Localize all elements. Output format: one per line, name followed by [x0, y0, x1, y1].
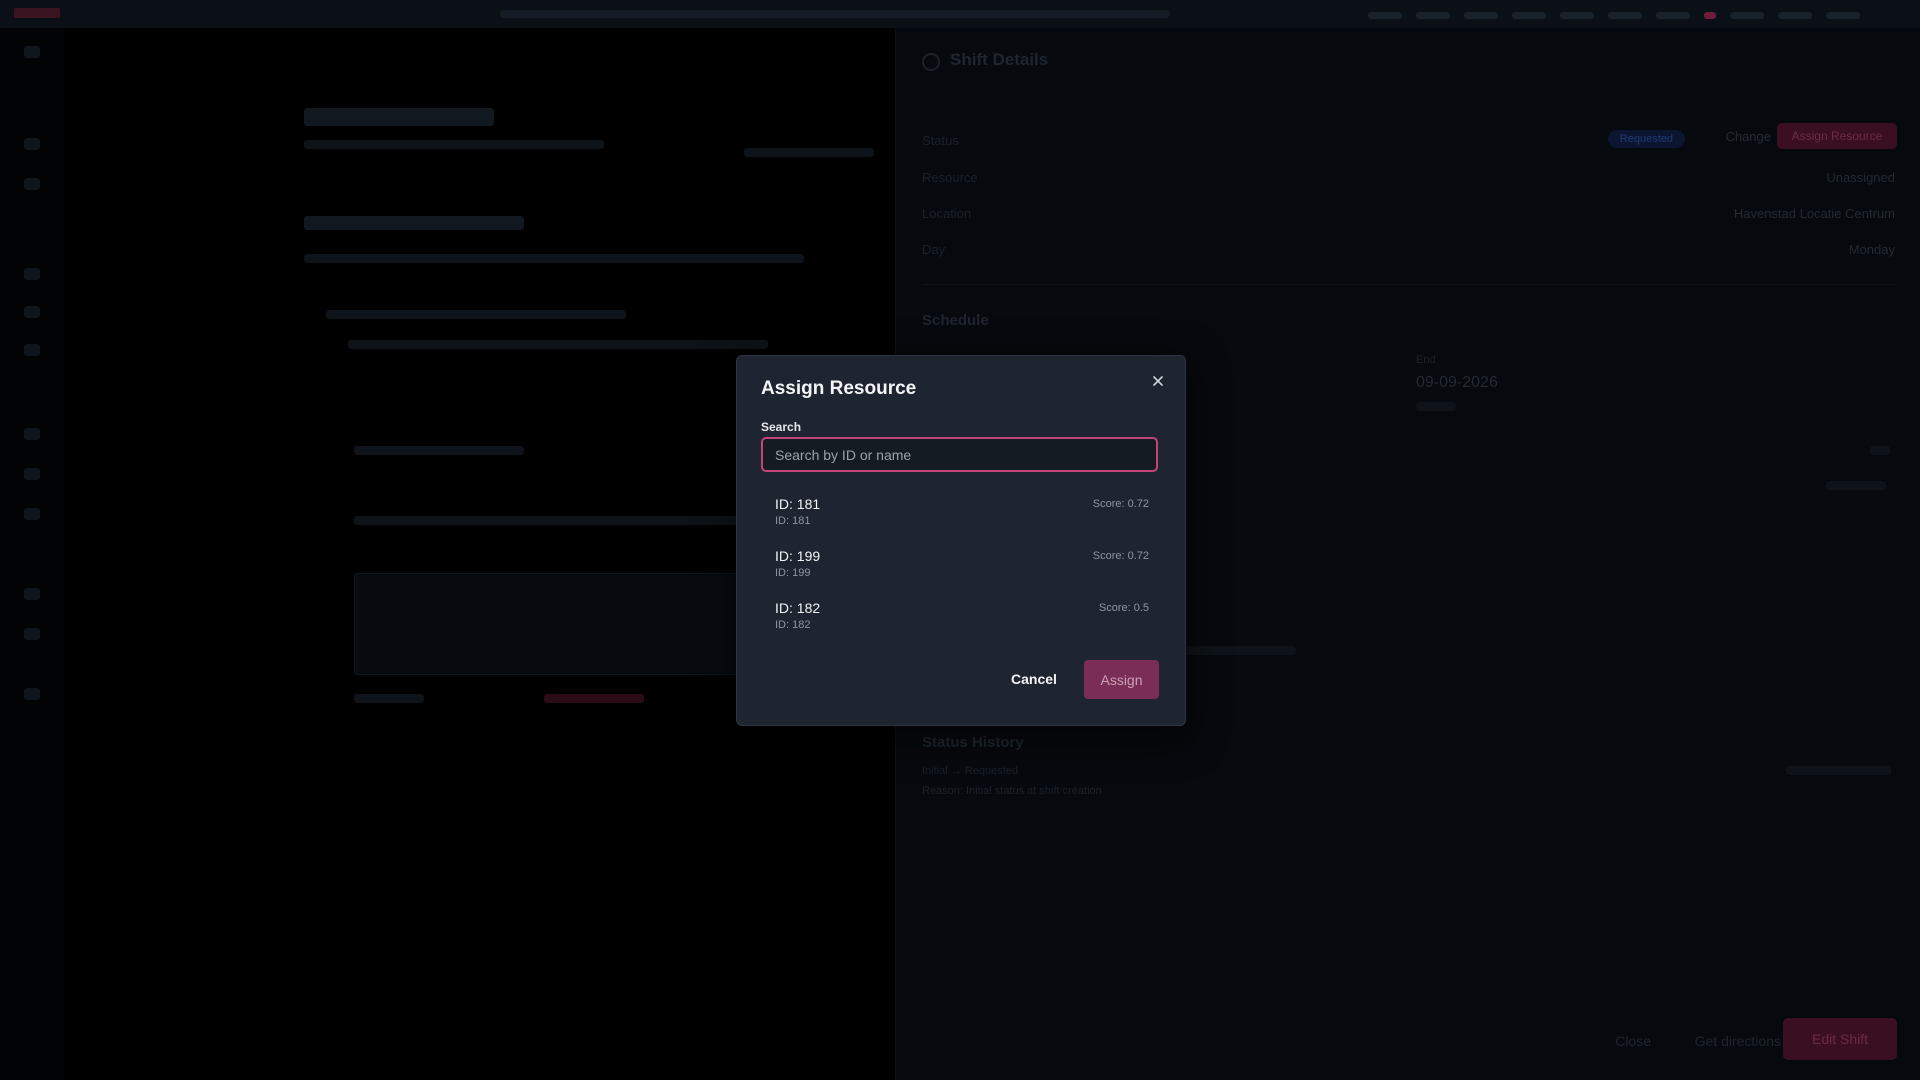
location-row: Location Havenstad Locatie Centrum: [922, 206, 1895, 224]
result-name: ID: 181: [775, 496, 821, 512]
result-name: ID: 182: [775, 600, 821, 616]
sidebar-icon: [24, 268, 40, 280]
assign-button[interactable]: Assign: [1084, 660, 1159, 699]
sidebar-icon: [24, 138, 40, 150]
shift-icon: [922, 53, 940, 71]
sidebar-icon: [24, 688, 40, 700]
end-time: [1416, 402, 1456, 411]
history-reason: Reason: Initial status at shift creation: [922, 785, 1102, 797]
result-id: ID: 181: [775, 515, 811, 527]
background-table: [354, 573, 756, 675]
day-row: Day Monday: [922, 242, 1895, 260]
section-text: [304, 254, 804, 263]
page-heading: [304, 108, 494, 126]
sidebar-icon: [24, 306, 40, 318]
search-input[interactable]: [761, 437, 1158, 472]
label-text: [354, 446, 524, 455]
sidebar-icon: [24, 468, 40, 480]
header-action: [744, 148, 874, 157]
drawer-badge: [1870, 446, 1890, 455]
navbar-links: [500, 10, 1170, 18]
status-label: Status: [922, 133, 959, 148]
sidebar-icon: [24, 178, 40, 190]
change-status-button[interactable]: Change: [1725, 129, 1771, 144]
status-history-title: Status History: [922, 734, 1024, 751]
background-link: [544, 694, 644, 703]
top-navbar: [0, 0, 1920, 28]
subsection-heading: [326, 310, 626, 319]
resource-label: Resource: [922, 170, 978, 185]
result-name: ID: 199: [775, 548, 821, 564]
sidebar-icon: [24, 46, 40, 58]
result-score: Score: 0.5: [1098, 602, 1149, 614]
sidebar-icon: [24, 508, 40, 520]
list-item[interactable]: ID: 181 ID: 181 Score: 0.72: [761, 492, 1161, 540]
app-logo: [14, 8, 60, 18]
history-timestamp: [1786, 766, 1891, 775]
sidebar-icon: [24, 344, 40, 356]
drawer-title: Shift Details: [950, 50, 1049, 69]
result-score: Score: 0.72: [1092, 498, 1149, 510]
subsection-text: [348, 340, 768, 349]
assign-resource-button[interactable]: Assign Resource: [1777, 123, 1897, 149]
schedule-title: Schedule: [922, 312, 989, 329]
navbar-menu: [1368, 12, 1860, 19]
sidebar-icon: [24, 628, 40, 640]
search-label: Search: [761, 420, 802, 434]
status-badge: Requested: [1607, 130, 1685, 148]
location-label: Location: [922, 206, 972, 221]
resource-row: Resource Unassigned: [922, 170, 1895, 188]
page-subheading: [304, 140, 604, 149]
drawer-pill: [1826, 481, 1886, 490]
end-label: End: [1416, 354, 1436, 366]
sidebar-icon: [24, 428, 40, 440]
day-value: Monday: [1848, 242, 1895, 257]
drawer-text: [1176, 646, 1296, 655]
sidebar-icon: [24, 588, 40, 600]
close-icon[interactable]: [1147, 370, 1169, 392]
assign-resource-dialog: Assign Resource Search ID: 181 ID: 181 S…: [736, 355, 1186, 726]
dialog-title: Assign Resource: [761, 378, 917, 399]
label-text: [354, 516, 754, 525]
drawer-close-button[interactable]: Close: [1615, 1033, 1651, 1049]
result-id: ID: 182: [775, 619, 811, 631]
sidebar: [0, 28, 64, 1080]
list-item[interactable]: ID: 199 ID: 199 Score: 0.72: [761, 544, 1161, 592]
resource-value: Unassigned: [1826, 170, 1895, 185]
history-entry: Initial → Requested: [922, 765, 1018, 777]
get-directions-button[interactable]: Get directions: [1695, 1033, 1781, 1049]
section-heading: [304, 216, 524, 230]
cancel-button[interactable]: Cancel: [1011, 660, 1057, 699]
list-item[interactable]: ID: 182 ID: 182 Score: 0.5: [761, 596, 1161, 644]
result-id: ID: 199: [775, 567, 811, 579]
result-score: Score: 0.72: [1092, 550, 1149, 562]
divider: [922, 284, 1895, 285]
day-label: Day: [922, 242, 946, 257]
background-control: [354, 694, 424, 703]
edit-shift-button[interactable]: Edit Shift: [1783, 1018, 1897, 1060]
end-date: 09-09-2026: [1416, 374, 1498, 391]
location-value: Havenstad Locatie Centrum: [1733, 206, 1895, 221]
